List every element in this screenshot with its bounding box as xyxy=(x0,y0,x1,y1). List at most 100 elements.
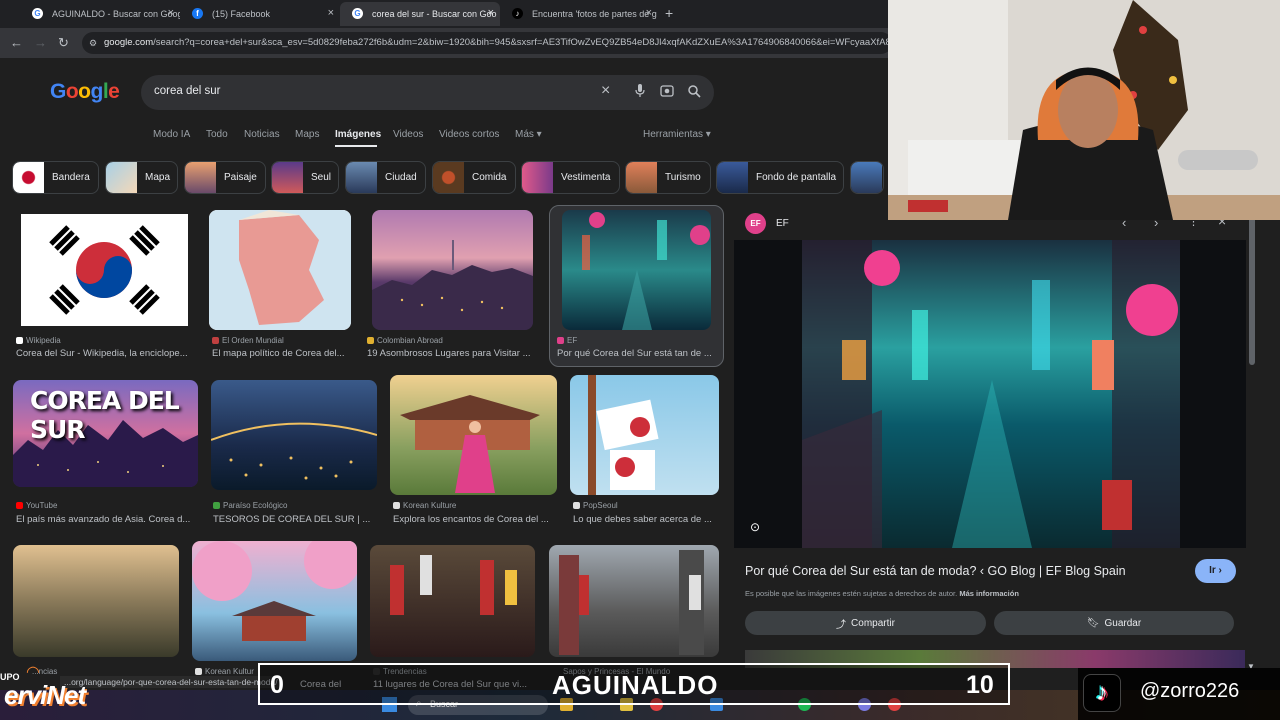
tab-videos[interactable]: Videos xyxy=(393,129,423,140)
tiktok-icon: ♪ xyxy=(1083,674,1121,712)
microphone-icon[interactable] xyxy=(635,84,645,101)
result-image-hanbok[interactable] xyxy=(390,375,557,495)
tab-videos-cortos[interactable]: Videos cortos xyxy=(439,129,499,140)
channel-brand: ◠ UPO erviNet xyxy=(0,662,100,720)
result-title[interactable]: 19 Asombrosos Lugares para Visitar ... xyxy=(367,348,537,359)
tab-mas[interactable]: Más ▾ xyxy=(515,129,542,140)
preview-photo-neon-street xyxy=(802,240,1180,548)
url-field[interactable]: ⚙ google.com/search?q=corea+del+sur&sca_… xyxy=(82,32,892,54)
chip-more[interactable] xyxy=(850,161,884,194)
chip-paisaje[interactable]: Paisaje xyxy=(184,161,266,194)
result-image-downtown[interactable] xyxy=(549,545,719,657)
facebook-icon: f xyxy=(192,8,203,19)
close-icon[interactable]: × xyxy=(488,7,494,19)
save-button[interactable]: 🔖︎ Guardar xyxy=(994,611,1234,635)
result-title[interactable]: Corea del Sur - Wikipedia, la enciclope.… xyxy=(16,348,192,359)
tiktok-icon: ♪ xyxy=(512,8,523,19)
tab-title: Encuentra 'fotos de partes de g xyxy=(532,9,657,19)
chip-thumbnail xyxy=(433,162,464,193)
tab-title: AGUINALDO - Buscar con Goog xyxy=(52,9,180,19)
site-icon xyxy=(213,502,220,509)
save-label: Guardar xyxy=(1104,617,1142,629)
result-image-neon-street[interactable] xyxy=(562,210,711,330)
chip-thumbnail xyxy=(106,162,137,193)
result-title[interactable]: El mapa político de Corea del... xyxy=(212,348,352,359)
tab-title: (15) Facebook xyxy=(212,9,271,19)
result-image-map[interactable] xyxy=(209,210,351,330)
tab-facebook[interactable]: f (15) Facebook × xyxy=(180,2,340,26)
google-logo[interactable]: Google xyxy=(50,80,120,104)
tab-maps[interactable]: Maps xyxy=(295,129,319,140)
visit-button[interactable]: Ir › xyxy=(1195,559,1236,583)
site-info-icon[interactable]: ⚙ xyxy=(89,32,97,54)
tools-button[interactable]: Herramientas ▾ xyxy=(643,129,711,140)
chip-vestimenta[interactable]: Vestimenta xyxy=(521,161,620,194)
preview-image[interactable]: ⊙ xyxy=(734,240,1246,548)
search-input[interactable]: corea del sur × xyxy=(141,75,714,110)
share-button[interactable]: ⤴ Compartir xyxy=(745,611,986,635)
panel-title[interactable]: Por qué Corea del Sur está tan de moda? … xyxy=(745,564,1126,578)
result-image-flags-pole[interactable] xyxy=(570,375,719,495)
camera-lens-icon[interactable] xyxy=(660,84,674,101)
close-icon[interactable]: × xyxy=(168,7,174,19)
result-title[interactable]: Por qué Corea del Sur está tan de ... xyxy=(557,348,719,359)
result-image-palace-blossom[interactable] xyxy=(192,541,357,661)
more-info-link[interactable]: Más información xyxy=(959,589,1019,598)
result-source: YouTube xyxy=(16,501,57,510)
chip-turismo[interactable]: Turismo xyxy=(625,161,711,194)
close-icon[interactable]: × xyxy=(328,7,334,19)
tab-imagenes[interactable]: Imágenes xyxy=(335,129,381,140)
chip-label: Vestimenta xyxy=(561,172,611,183)
back-arrow-icon[interactable]: ← xyxy=(10,35,23,50)
chip-thumbnail xyxy=(346,162,377,193)
tab-aguinaldo[interactable]: G AGUINALDO - Buscar con Goog × xyxy=(20,2,180,26)
result-title[interactable]: TESOROS DE COREA DEL SUR | ... xyxy=(213,514,378,525)
tab-noticias[interactable]: Noticias xyxy=(244,129,280,140)
result-image-bridge-night[interactable] xyxy=(211,380,377,490)
search-icon[interactable] xyxy=(687,84,701,101)
close-icon[interactable]: × xyxy=(646,7,652,19)
result-source: Colombian Abroad xyxy=(367,336,443,345)
site-icon xyxy=(212,337,219,344)
chip-thumbnail xyxy=(717,162,748,193)
chip-bandera[interactable]: Bandera xyxy=(12,161,99,194)
panel-source[interactable]: EF xyxy=(776,218,789,229)
ef-icon xyxy=(557,337,564,344)
wikipedia-icon xyxy=(16,337,23,344)
result-source: EF xyxy=(557,336,577,345)
new-tab-button[interactable]: + xyxy=(665,5,673,21)
chip-thumbnail xyxy=(272,162,303,193)
result-source: Wikipedia xyxy=(16,336,61,345)
clear-icon[interactable]: × xyxy=(601,82,610,100)
chip-seul[interactable]: Seul xyxy=(271,161,339,194)
tab-title: corea del sur - Buscar con Goo xyxy=(372,9,497,19)
chip-comida[interactable]: Comida xyxy=(432,161,516,194)
tab-encuentra[interactable]: ♪ Encuentra 'fotos de partes de g × xyxy=(500,2,658,26)
result-title[interactable]: Explora los encantos de Corea del ... xyxy=(393,514,555,525)
chip-label: Bandera xyxy=(52,172,90,183)
lens-search-icon[interactable]: ⊙ xyxy=(750,520,760,534)
ef-logo: EF xyxy=(745,213,766,234)
result-source: Paraíso Ecológico xyxy=(213,501,287,510)
tab-todo[interactable]: Todo xyxy=(206,129,228,140)
result-title[interactable]: El país más avanzado de Asia. Corea d... xyxy=(16,514,196,525)
result-title[interactable]: Lo que debes saber acerca de ... xyxy=(573,514,718,525)
tab-corea-del-sur[interactable]: G corea del sur - Buscar con Goo × xyxy=(340,2,500,26)
chip-thumbnail xyxy=(13,162,44,193)
chip-fondo-de-pantalla[interactable]: Fondo de pantalla xyxy=(716,161,844,194)
result-image-skyline[interactable] xyxy=(372,210,533,330)
google-g-icon: G xyxy=(352,8,363,19)
chip-thumbnail xyxy=(522,162,553,193)
chip-ciudad[interactable]: Ciudad xyxy=(345,161,426,194)
chip-label: Seul xyxy=(311,172,332,183)
chip-mapa[interactable]: Mapa xyxy=(105,161,178,194)
forward-arrow-icon[interactable]: → xyxy=(34,35,47,50)
result-image-flag[interactable] xyxy=(21,214,188,326)
result-image-village[interactable] xyxy=(13,545,179,657)
panel-scrollbar[interactable] xyxy=(1249,215,1255,365)
reload-icon[interactable]: ↻ xyxy=(58,35,69,51)
chip-thumbnail xyxy=(626,162,657,193)
result-image-street-signs[interactable] xyxy=(370,545,535,657)
tab-modo-ia[interactable]: Modo IA xyxy=(153,129,190,140)
result-image-youtube[interactable]: COREA DEL SUR xyxy=(13,380,198,487)
